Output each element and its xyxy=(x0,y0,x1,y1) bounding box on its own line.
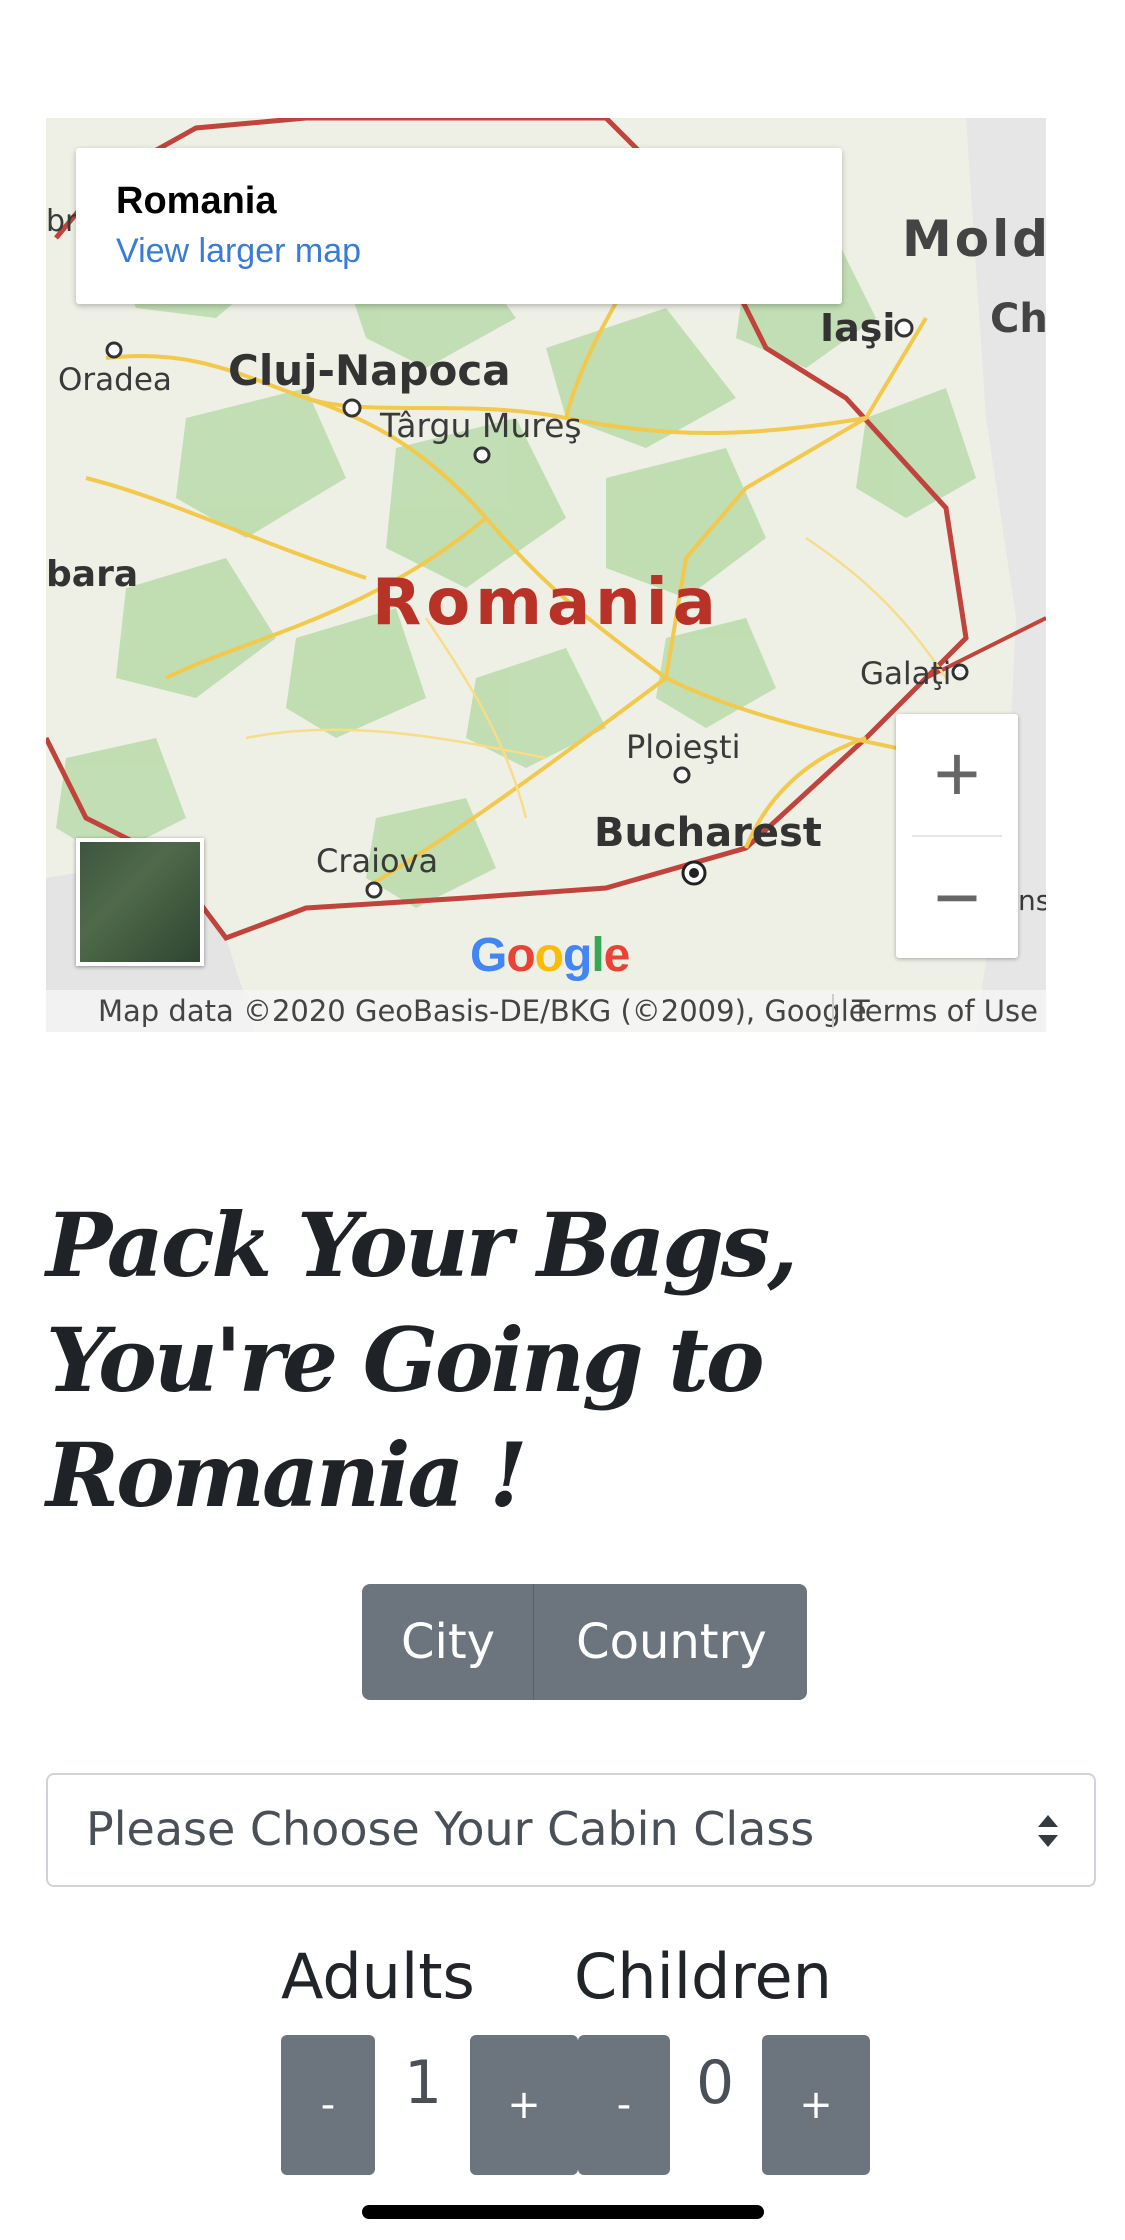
city-label-ns: ns xyxy=(1018,884,1046,917)
city-label-bucharest: Bucharest xyxy=(594,810,822,856)
heading-line-3: Romania ! xyxy=(46,1423,528,1527)
city-label-craiova: Craiova xyxy=(316,842,439,880)
adults-increment-button[interactable]: + xyxy=(470,2035,578,2175)
children-decrement-button[interactable]: - xyxy=(578,2035,670,2175)
map-info-card: Romania View larger map xyxy=(76,148,842,304)
zoom-out-button[interactable]: − xyxy=(896,838,1018,958)
embedded-map[interactable]: br Oradea Cluj-Napoca Târgu Mureş Iaşi M… xyxy=(46,118,1046,1032)
terms-of-use-link[interactable]: Terms of Use xyxy=(852,994,1038,1028)
city-label-br: br xyxy=(46,204,78,239)
satellite-toggle-button[interactable] xyxy=(76,838,204,966)
select-arrows-icon xyxy=(1038,1815,1058,1847)
map-country-label: Romania xyxy=(372,566,721,640)
page-heading: Pack Your Bags, You're Going to Romania … xyxy=(46,1188,1046,1533)
city-label-ploiesti: Ploieşti xyxy=(626,728,741,766)
minus-icon: − xyxy=(933,853,981,942)
map-zoom-control: + − xyxy=(896,714,1018,958)
map-info-title: Romania xyxy=(116,180,277,222)
city-label-bara: bara xyxy=(46,554,139,595)
adults-count[interactable]: 1 xyxy=(404,2048,442,2118)
home-indicator xyxy=(362,2205,764,2219)
children-label: Children xyxy=(574,1940,832,2013)
city-label-ch: Ch xyxy=(990,296,1046,342)
city-button[interactable]: City xyxy=(362,1584,533,1700)
cabin-class-placeholder: Please Choose Your Cabin Class xyxy=(86,1802,815,1856)
city-label-cluj: Cluj-Napoca xyxy=(228,346,511,395)
city-label-galati: Galaţi xyxy=(860,656,952,692)
zoom-in-button[interactable]: + xyxy=(896,714,1018,834)
heading-line-2: You're Going to xyxy=(46,1308,765,1412)
map-attribution-bar: Map data ©2020 GeoBasis-DE/BKG (©2009), … xyxy=(46,990,1046,1032)
children-count[interactable]: 0 xyxy=(696,2048,734,2118)
google-logo: Google xyxy=(470,929,630,982)
country-button[interactable]: Country xyxy=(533,1584,807,1700)
adults-label: Adults xyxy=(281,1940,475,2013)
view-larger-map-link[interactable]: View larger map xyxy=(116,232,361,271)
adults-decrement-button[interactable]: - xyxy=(281,2035,375,2175)
destination-type-toggle: City Country xyxy=(362,1584,807,1700)
city-label-targu: Târgu Mureş xyxy=(380,406,582,445)
city-label-oradea: Oradea xyxy=(58,362,172,398)
heading-line-1: Pack Your Bags, xyxy=(46,1193,798,1297)
map-attribution: Map data ©2020 GeoBasis-DE/BKG (©2009), … xyxy=(98,994,867,1028)
city-label-mold: Mold xyxy=(902,210,1046,268)
plus-icon: + xyxy=(933,729,981,818)
children-increment-button[interactable]: + xyxy=(762,2035,870,2175)
attribution-separator xyxy=(832,994,834,1028)
cabin-class-select[interactable]: Please Choose Your Cabin Class xyxy=(46,1773,1096,1887)
city-label-iasi: Iaşi xyxy=(820,306,896,350)
zoom-divider xyxy=(912,835,1002,837)
